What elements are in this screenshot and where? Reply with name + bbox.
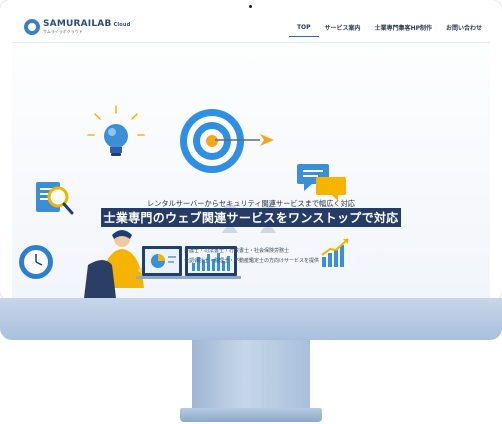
chat-bubbles-icon: [297, 164, 346, 201]
lightbulb-icon: [87, 105, 145, 156]
monitor-stand: [192, 340, 310, 410]
site-logo[interactable]: SAMURAILAB Cloud サムライラボクラウド: [24, 16, 130, 38]
monitor-bezel: SAMURAILAB Cloud サムライラボクラウド TOP サービス案内 士業…: [0, 0, 502, 300]
target-icon: [180, 109, 244, 173]
hero-description: 弁護士・司法書士・行政書士・社会保険労務士 公認会計士・税理士・不動産鑑定士の方…: [184, 246, 384, 266]
imac-mockup: SAMURAILAB Cloud サムライラボクラウド TOP サービス案内 士業…: [0, 0, 502, 424]
website-screen: SAMURAILAB Cloud サムライラボクラウド TOP サービス案内 士業…: [12, 12, 490, 298]
camera-dot: [249, 5, 252, 8]
logo-tagline: サムライラボクラウド: [43, 29, 83, 34]
monitor-stand-base: [180, 408, 322, 422]
nav-item-contact[interactable]: お問い合わせ: [446, 14, 482, 41]
nav-item-services[interactable]: サービス案内: [325, 14, 361, 41]
nav-menu: TOP サービス案内 士業専門集客HP制作 お問い合わせ: [283, 12, 482, 42]
header-nav: SAMURAILAB Cloud サムライラボクラウド TOP サービス案内 士業…: [12, 12, 490, 43]
samurai-logo-icon: [24, 19, 40, 35]
hero-section: レンタルサーバーからセキュリティ関連サービスまで幅広く対応 士業専門のウェブ関連…: [12, 43, 490, 298]
hero-title: 士業専門のウェブ関連サービスをワンストップで対応: [100, 208, 402, 227]
clock-icon: [19, 245, 53, 279]
hero-desc-line1: 弁護士・司法書士・行政書士・社会保険労務士: [184, 248, 290, 254]
laptop-icon: [136, 246, 188, 279]
monitor-chin: [0, 298, 502, 340]
hero-desc-line2: 公認会計士・税理士・不動産鑑定士の方向けサービスを提供: [184, 258, 320, 264]
logo-text: SAMURAILAB Cloud: [43, 19, 131, 29]
nav-item-hp-production[interactable]: 士業専門集客HP制作: [375, 14, 432, 41]
nav-item-top[interactable]: TOP: [289, 15, 318, 40]
